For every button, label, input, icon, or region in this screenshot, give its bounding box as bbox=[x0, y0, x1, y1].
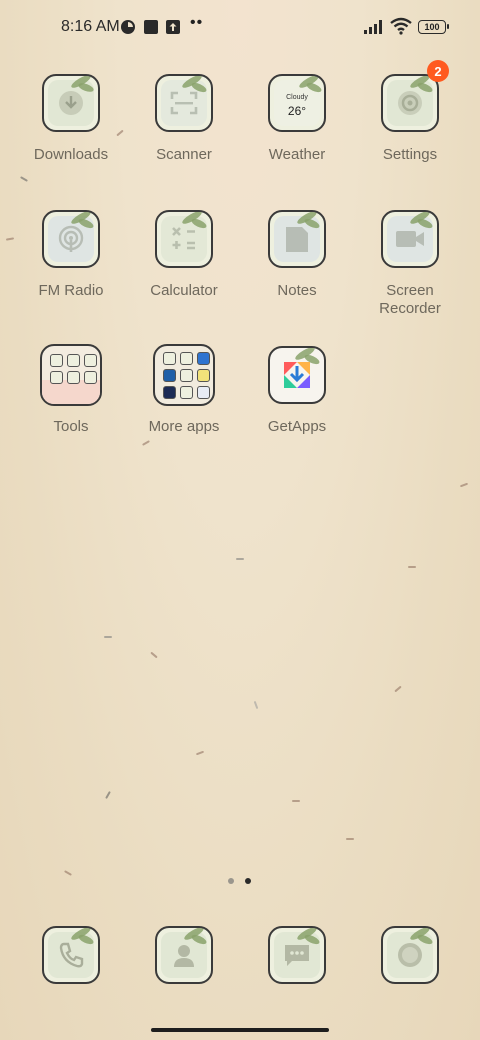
app-label: Notes bbox=[277, 282, 317, 299]
contacts-icon bbox=[155, 926, 213, 984]
weather-temp: 26° bbox=[287, 104, 307, 118]
weather-icon: Cloudy 26° bbox=[268, 74, 326, 132]
app-label: Weather bbox=[268, 146, 326, 163]
app-calculator[interactable]: Calculator bbox=[129, 210, 239, 300]
status-time: 8:16 AM bbox=[61, 18, 120, 35]
more-dots-icon: •• bbox=[190, 14, 204, 31]
app-label: Downloads bbox=[33, 146, 109, 163]
app-scanner[interactable]: Scanner bbox=[129, 74, 239, 164]
app-label: Scanner bbox=[156, 146, 212, 163]
app-label: Settings bbox=[382, 146, 438, 163]
app-downloads[interactable]: Downloads bbox=[16, 74, 126, 164]
dock-phone[interactable] bbox=[16, 926, 126, 984]
folder-more-apps[interactable]: More apps bbox=[129, 344, 239, 436]
download-icon bbox=[42, 74, 100, 132]
dock-messages[interactable] bbox=[242, 926, 352, 984]
app-label: Tools bbox=[53, 418, 89, 435]
scanner-icon bbox=[155, 74, 213, 132]
camera-icon bbox=[381, 926, 439, 984]
video-camera-icon bbox=[381, 210, 439, 268]
app-label: More apps bbox=[148, 418, 220, 435]
notes-icon bbox=[268, 210, 326, 268]
folder-icon bbox=[153, 344, 215, 406]
page-dot-active bbox=[245, 878, 251, 884]
signal-icon bbox=[364, 20, 386, 34]
app-weather[interactable]: Cloudy 26° Weather bbox=[242, 74, 352, 164]
square-icon bbox=[143, 19, 159, 35]
calculator-icon bbox=[155, 210, 213, 268]
app-label: Screen Recorder bbox=[355, 282, 465, 318]
app-getapps[interactable]: GetApps bbox=[242, 346, 352, 436]
status-bar: 8:16 AM •• 100 bbox=[0, 0, 480, 56]
message-icon bbox=[268, 926, 326, 984]
home-indicator[interactable] bbox=[151, 1028, 329, 1032]
app-label: FM Radio bbox=[38, 282, 104, 299]
dock-camera[interactable] bbox=[355, 926, 465, 984]
app-label-line2: Recorder bbox=[379, 300, 441, 317]
gear-icon bbox=[381, 74, 439, 132]
folder-tools[interactable]: Tools bbox=[16, 344, 126, 436]
app-label: Calculator bbox=[150, 282, 218, 299]
upload-icon bbox=[165, 19, 181, 35]
app-notes[interactable]: Notes bbox=[242, 210, 352, 300]
app-label-line1: Screen bbox=[386, 282, 434, 299]
phone-icon bbox=[42, 926, 100, 984]
photo-icon bbox=[120, 19, 136, 35]
app-label: GetApps bbox=[267, 418, 327, 435]
notification-badge: 2 bbox=[427, 60, 449, 82]
page-dot bbox=[228, 878, 234, 884]
battery-icon: 100 bbox=[418, 20, 449, 34]
wifi-icon bbox=[390, 17, 412, 35]
getapps-icon bbox=[268, 346, 326, 404]
radio-icon bbox=[42, 210, 100, 268]
folder-icon bbox=[40, 344, 102, 406]
weather-condition: Cloudy bbox=[286, 94, 308, 101]
battery-level: 100 bbox=[424, 22, 440, 32]
app-fm-radio[interactable]: FM Radio bbox=[16, 210, 126, 300]
app-screen-recorder[interactable]: Screen Recorder bbox=[355, 210, 465, 318]
dock-contacts[interactable] bbox=[129, 926, 239, 984]
app-settings[interactable]: 2 Settings bbox=[355, 60, 465, 164]
